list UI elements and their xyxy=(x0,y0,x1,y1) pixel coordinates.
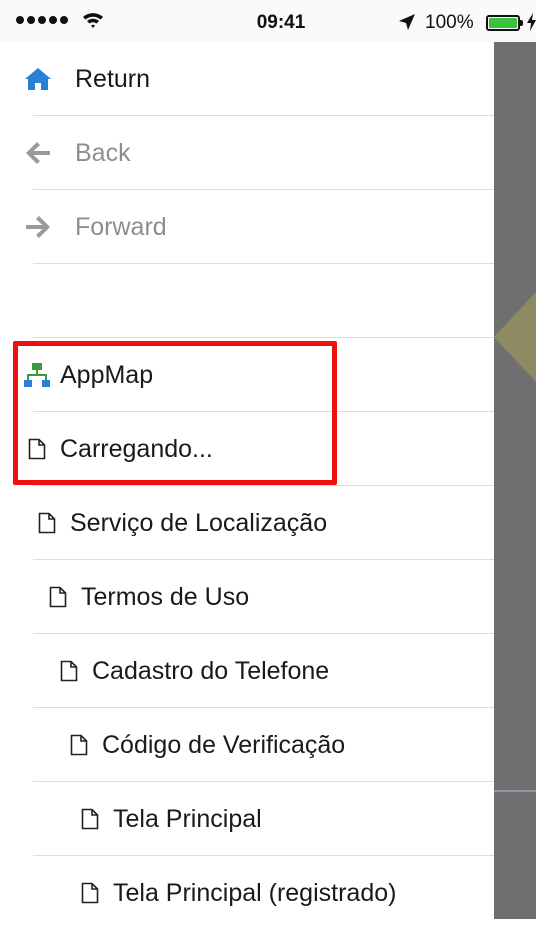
document-icon xyxy=(38,512,56,534)
menu-item-label: Termos de Uso xyxy=(81,583,250,611)
menu-item-label: Tela Principal xyxy=(113,805,262,833)
charging-bolt-icon xyxy=(527,13,536,31)
arrow-left-icon xyxy=(26,142,50,164)
menu-item-page[interactable]: Código de Verificação xyxy=(0,708,494,782)
menu-item-page[interactable]: Tela Principal xyxy=(0,782,494,856)
menu-item-label: Back xyxy=(75,139,131,167)
menu-item-page[interactable]: Termos de Uso xyxy=(0,560,494,634)
document-icon xyxy=(60,660,78,682)
document-icon xyxy=(70,734,88,756)
document-icon xyxy=(81,808,99,830)
home-icon xyxy=(25,68,51,90)
location-arrow-icon xyxy=(399,14,415,30)
highlight-box xyxy=(13,341,337,485)
battery-icon xyxy=(486,15,520,31)
map-shape xyxy=(494,292,536,382)
menu-item-back[interactable]: Back xyxy=(0,116,494,190)
status-bar: 09:41 100% xyxy=(0,0,536,46)
menu-item-return[interactable]: Return xyxy=(0,42,494,116)
battery-percentage: 100% xyxy=(425,12,474,33)
map-line xyxy=(494,790,536,792)
menu-item-label: Serviço de Localização xyxy=(70,509,328,537)
menu-item-page[interactable]: Cadastro do Telefone xyxy=(0,634,494,708)
menu-item-blank xyxy=(0,264,494,338)
menu-item-forward[interactable]: Forward xyxy=(0,190,494,264)
map-background-overlay[interactable] xyxy=(494,42,536,919)
battery-tip xyxy=(520,20,523,26)
menu-item-label: Cadastro do Telefone xyxy=(92,657,330,685)
document-icon xyxy=(49,586,67,608)
document-icon xyxy=(81,882,99,904)
menu-item-label: Código de Verificação xyxy=(102,731,346,759)
menu-item-label: Return xyxy=(75,65,151,93)
menu-item-label: Forward xyxy=(75,213,167,241)
arrow-right-icon xyxy=(26,216,50,238)
menu-item-page[interactable]: Serviço de Localização xyxy=(0,486,494,560)
